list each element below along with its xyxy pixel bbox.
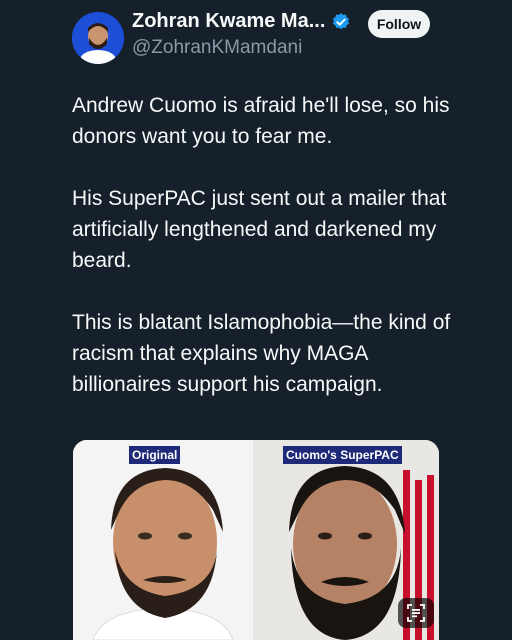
follow-button[interactable]: Follow: [368, 10, 430, 38]
name-row: Zohran Kwame Ma...: [132, 10, 351, 33]
tweet-text: Andrew Cuomo is afraid he'll lose, so hi…: [72, 90, 452, 431]
avatar[interactable]: [72, 12, 124, 64]
tweet-paragraph: Andrew Cuomo is afraid he'll lose, so hi…: [72, 94, 450, 148]
alt-text-icon: [407, 604, 425, 622]
tweet-header: Zohran Kwame Ma... @ZohranKMamdani Follo…: [72, 8, 452, 68]
alt-text-button[interactable]: [398, 598, 434, 628]
tweet-paragraph: His SuperPAC just sent out a mailer that…: [72, 187, 447, 272]
superpac-label: Cuomo's SuperPAC: [283, 446, 402, 464]
original-photo: Original: [73, 440, 253, 640]
tweet-media[interactable]: Original Cuomo's SuperPAC: [73, 440, 439, 640]
author-handle[interactable]: @ZohranKMamdani: [132, 37, 302, 59]
original-label: Original: [129, 446, 181, 464]
tweet-paragraph: This is blatant Islamophobia—the kind of…: [72, 311, 451, 396]
verified-badge-icon: [333, 12, 350, 29]
author-name[interactable]: Zohran Kwame Ma...: [132, 10, 325, 33]
